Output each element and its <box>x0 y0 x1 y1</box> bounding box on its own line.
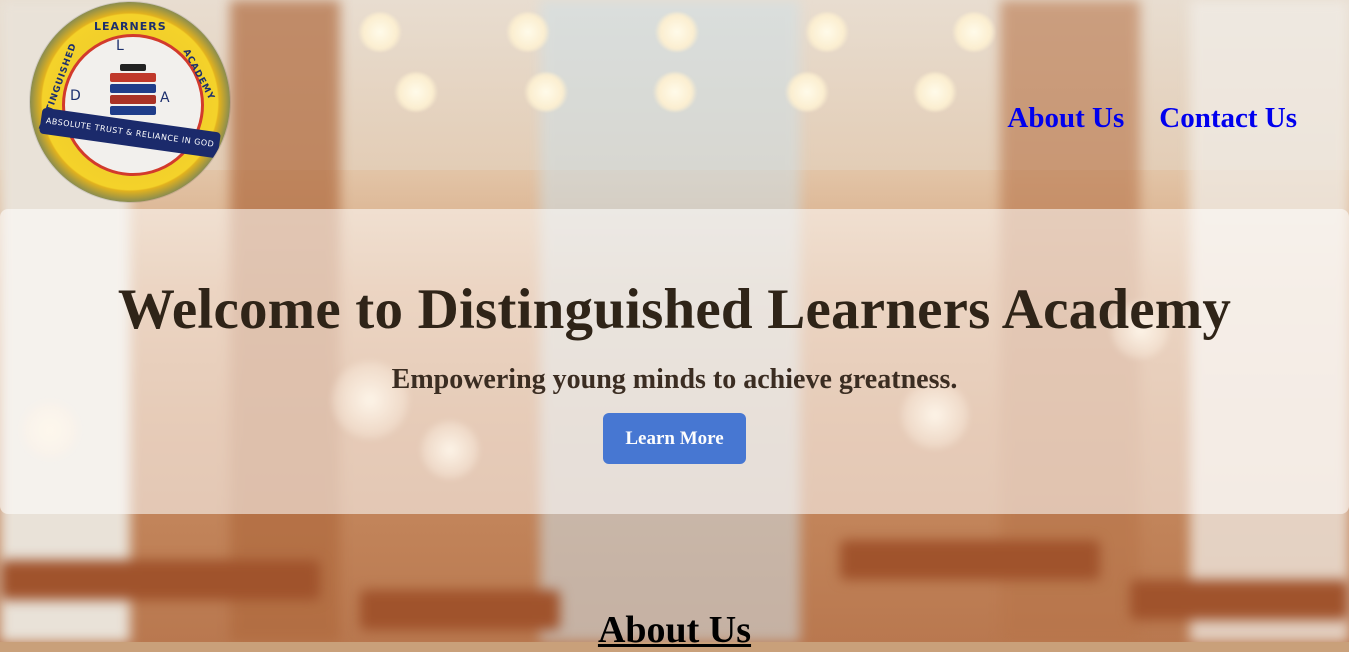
main-nav: About Us Contact Us <box>976 102 1297 135</box>
academy-logo[interactable]: LEARNERS DISTINGUISHED ACADEMY L D A ABS… <box>30 2 230 202</box>
hero-title: Welcome to Distinguished Learners Academ… <box>117 278 1232 341</box>
logo-letter-a: A <box>160 90 170 106</box>
learn-more-button[interactable]: Learn More <box>603 413 746 464</box>
logo-ring-top: LEARNERS <box>94 20 167 33</box>
nav-link-contact-us[interactable]: Contact Us <box>1159 102 1297 134</box>
hero-subtitle: Empowering young minds to achieve greatn… <box>391 364 958 395</box>
about-us-heading: About Us <box>597 608 752 651</box>
site-header: LEARNERS DISTINGUISHED ACADEMY L D A ABS… <box>0 0 1349 205</box>
books-icon <box>110 64 156 117</box>
logo-letter-d: D <box>70 88 81 104</box>
logo-letter-l: L <box>116 38 124 54</box>
hero-banner: Welcome to Distinguished Learners Academ… <box>0 209 1349 514</box>
nav-link-about-us[interactable]: About Us <box>1007 102 1124 134</box>
